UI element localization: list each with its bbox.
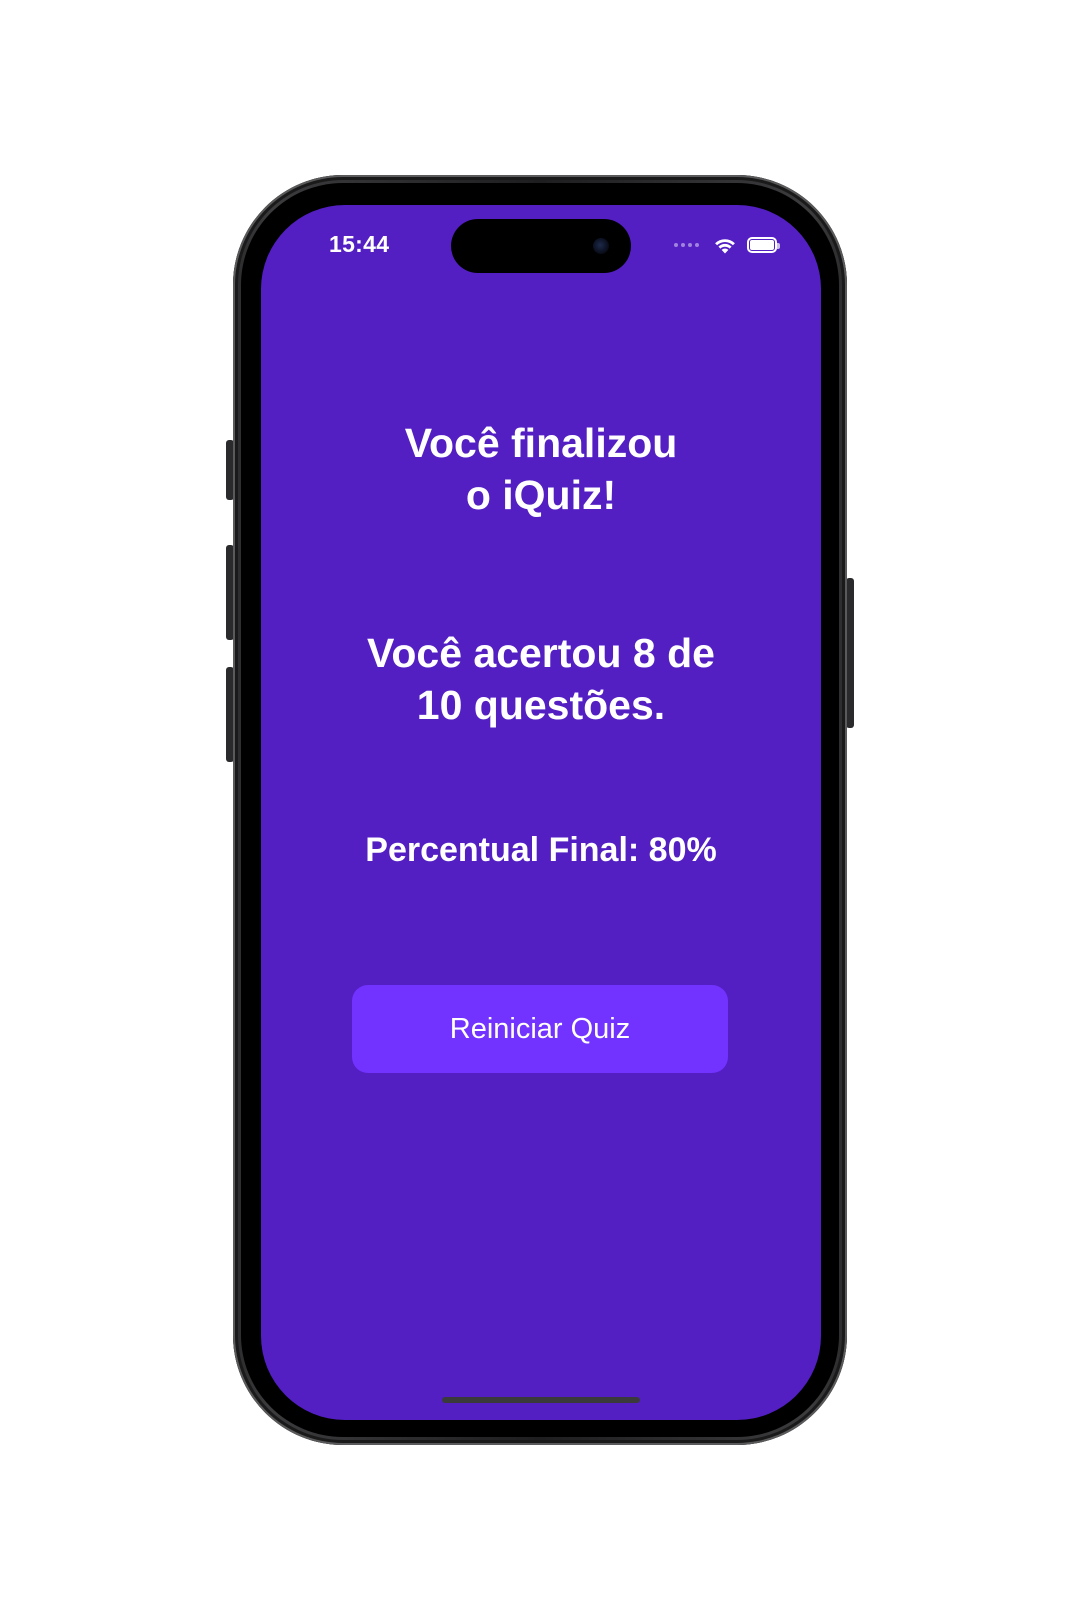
score-summary: Você acertou 8 de 10 questões. (261, 627, 821, 731)
score-line-2: 10 questões. (416, 682, 666, 728)
score-line-1: Você acertou 8 de (367, 630, 715, 676)
app-screen: 15:44 Você finalizou o iQuiz! Você acert… (261, 205, 821, 1420)
battery-icon (747, 237, 780, 253)
cellular-signal-icon (674, 243, 699, 247)
power-button (846, 578, 854, 728)
result-title: Você finalizou o iQuiz! (261, 417, 821, 521)
home-indicator[interactable] (442, 1397, 640, 1403)
status-time: 15:44 (329, 231, 390, 257)
final-percentage: Percentual Final: 80% (365, 831, 717, 869)
dynamic-island (451, 219, 631, 273)
wifi-icon (715, 239, 735, 254)
title-line-1: Você finalizou (404, 420, 678, 466)
camera-icon (593, 238, 609, 254)
restart-quiz-button[interactable]: Reiniciar Quiz (352, 985, 728, 1073)
status-icons (674, 235, 780, 255)
title-line-2: o iQuiz! (465, 472, 617, 518)
